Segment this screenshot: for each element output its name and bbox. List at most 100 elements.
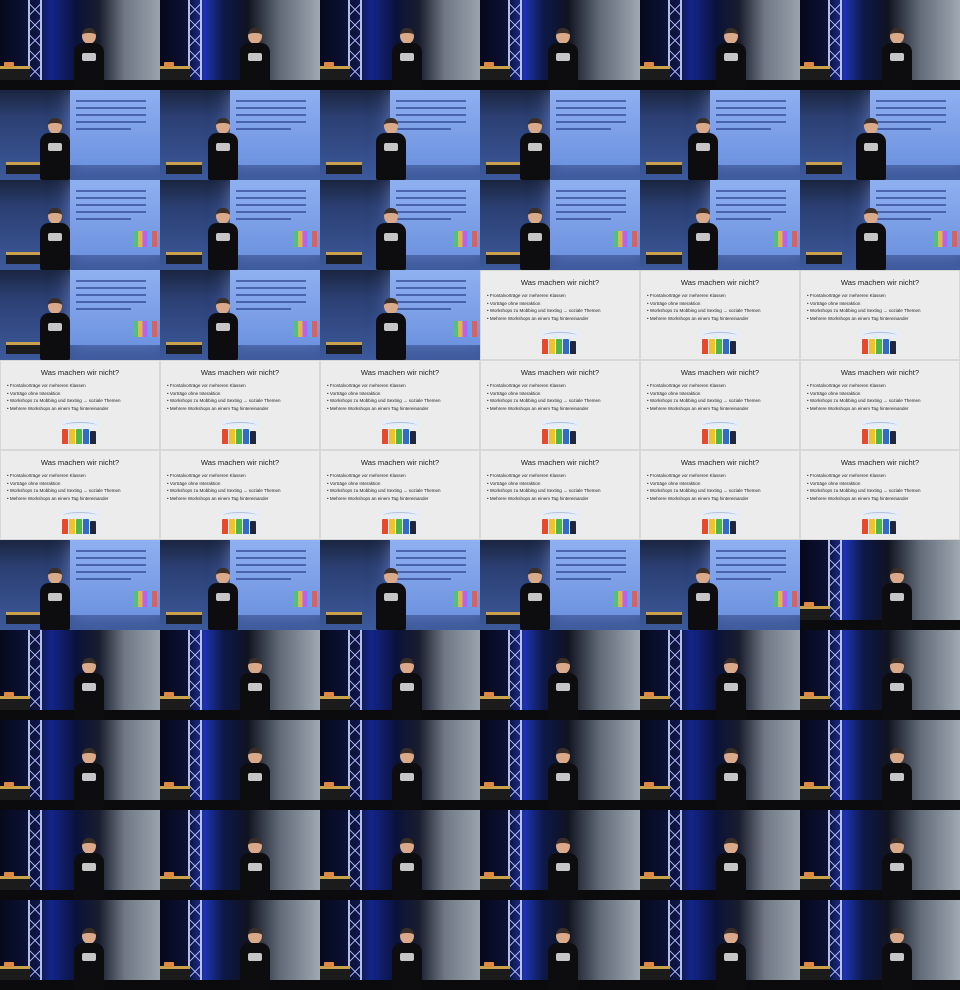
slide-bullet: Frontalvorträge vor mehreren Klassen: [487, 292, 600, 300]
stage-frame: [800, 0, 960, 90]
slide-bullet: Mehrere Workshops an einem Tag hinterein…: [807, 495, 920, 503]
slide-bullet-list: Frontalvorträge vor mehreren KlassenVort…: [167, 382, 281, 413]
projection-frame: [160, 270, 320, 360]
slide-bullet: Workshops zu Mobbing und Sexting → sozia…: [327, 397, 441, 405]
stage-frame: [480, 630, 640, 720]
speaker-figure: [714, 748, 748, 810]
highlighter-pens-image: [701, 330, 739, 354]
slide-bullet: Frontalvorträge vor mehreren Klassen: [647, 382, 760, 390]
slide-bullet: Workshops zu Mobbing und Sexting → sozia…: [487, 307, 601, 315]
slide-title: Was machen wir nicht?: [840, 368, 920, 377]
slide-frame: Was machen wir nicht? Frontalvorträge vor…: [480, 450, 640, 540]
speaker-figure: [390, 658, 424, 720]
slide-title: Was machen wir nicht?: [200, 368, 280, 377]
speaker-figure: [880, 658, 914, 720]
stage-frame: [320, 720, 480, 810]
stage-frame: [800, 720, 960, 810]
slide-frame: Was machen wir nicht? Frontalvorträge vor…: [320, 450, 480, 540]
speaker-figure: [238, 658, 272, 720]
projection-frame: [160, 540, 320, 630]
slide-bullet: Mehrere Workshops an einem Tag hinterein…: [487, 315, 600, 323]
slide-frame: Was machen wir nicht? Frontalvorträge vor…: [480, 360, 640, 450]
stage-frame: [480, 720, 640, 810]
slide-bullet: Mehrere Workshops an einem Tag hinterein…: [807, 405, 920, 413]
highlighter-pens-image: [221, 420, 259, 444]
slide-bullet-list: Frontalvorträge vor mehreren KlassenVort…: [807, 472, 921, 503]
speaker-figure: [72, 838, 106, 900]
slide-bullet: Mehrere Workshops an einem Tag hinterein…: [327, 495, 440, 503]
slide-frame: Was machen wir nicht? Frontalvorträge vor…: [640, 270, 800, 360]
highlighter-pens-image: [221, 510, 259, 534]
highlighter-pens-image: [61, 420, 99, 444]
slide-title: Was machen wir nicht?: [840, 458, 920, 467]
speaker-figure: [546, 748, 580, 810]
stage-frame: [480, 810, 640, 900]
stage-frame: [800, 630, 960, 720]
slide-bullet: Mehrere Workshops an einem Tag hinterein…: [167, 495, 280, 503]
slide-bullet-list: Frontalvorträge vor mehreren KlassenVort…: [487, 382, 601, 412]
slide-bullet: Vorträge ohne Interaktion: [647, 480, 760, 488]
speaker-figure: [72, 748, 106, 810]
speaker-figure: [72, 658, 106, 720]
speaker-figure: [686, 568, 720, 630]
slide-bullet: Workshops zu Mobbing und Sexting → sozia…: [487, 487, 601, 495]
slide-bullet: Frontalvorträge vor mehreren Klassen: [167, 382, 280, 390]
stage-frame: [160, 0, 320, 90]
slide-bullet-list: Frontalvorträge vor mehreren KlassenVort…: [487, 472, 601, 502]
stage-frame: [800, 540, 960, 630]
highlighter-pens-image: [381, 510, 419, 534]
speaker-figure: [518, 208, 552, 270]
slide-bullet: Vorträge ohne Interaktion: [807, 300, 920, 308]
speaker-figure: [390, 928, 424, 990]
projection-frame: [320, 540, 480, 630]
stage-frame: [0, 630, 160, 720]
highlighter-pens-image: [381, 420, 419, 444]
highlighter-pens-image: [861, 420, 899, 444]
stage-frame: [160, 900, 320, 990]
speaker-figure: [546, 928, 580, 990]
slide-bullet-list: Frontalvorträge vor mehreren KlassenVort…: [647, 472, 761, 502]
slide-bullet: Vorträge ohne Interaktion: [327, 390, 440, 398]
slide-frame: Was machen wir nicht? Frontalvorträge vor…: [320, 360, 480, 450]
speaker-figure: [390, 748, 424, 810]
highlighter-pens-image: [541, 330, 579, 354]
stage-frame: [160, 810, 320, 900]
slide-bullet: Workshops zu Mobbing und Sexting → sozia…: [167, 397, 281, 405]
projection-frame: [640, 180, 800, 270]
slide-bullet-list: Frontalvorträge vor mehreren KlassenVort…: [7, 472, 121, 503]
slide-bullet: Vorträge ohne Interaktion: [487, 390, 600, 398]
slide-title: Was machen wir nicht?: [40, 458, 120, 467]
slide-bullet: Workshops zu Mobbing und Sexting → sozia…: [647, 307, 761, 315]
speaker-figure: [374, 118, 408, 180]
slide-bullet: Mehrere Workshops an einem Tag hinterein…: [807, 315, 920, 323]
stage-frame: [800, 810, 960, 900]
speaker-figure: [38, 298, 72, 360]
projection-frame: [0, 180, 160, 270]
speaker-figure: [880, 928, 914, 990]
highlighter-pens-image: [61, 510, 99, 534]
slide-bullet: Frontalvorträge vor mehreren Klassen: [7, 382, 120, 390]
speaker-figure: [880, 838, 914, 900]
slide-bullet-list: Frontalvorträge vor mehreren KlassenVort…: [647, 382, 761, 412]
slide-bullet: Workshops zu Mobbing und Sexting → sozia…: [647, 487, 761, 495]
highlighter-pens-image: [861, 510, 899, 534]
stage-frame: [320, 0, 480, 90]
slide-frame: Was machen wir nicht? Frontalvorträge vor…: [0, 450, 160, 540]
video-frame-contact-sheet: Was machen wir nicht? Frontalvorträge vor…: [0, 0, 960, 990]
slide-title: Was machen wir nicht?: [360, 458, 440, 467]
slide-bullet: Workshops zu Mobbing und Sexting → sozia…: [327, 487, 441, 495]
slide-bullet: Frontalvorträge vor mehreren Klassen: [7, 472, 120, 480]
speaker-figure: [206, 568, 240, 630]
slide-bullet: Mehrere Workshops an einem Tag hinterein…: [7, 495, 120, 503]
stage-frame: [640, 0, 800, 90]
speaker-figure: [714, 838, 748, 900]
slide-bullet: Frontalvorträge vor mehreren Klassen: [327, 382, 440, 390]
slide-bullet: Frontalvorträge vor mehreren Klassen: [167, 472, 280, 480]
speaker-figure: [38, 208, 72, 270]
slide-bullet-list: Frontalvorträge vor mehreren KlassenVort…: [647, 292, 761, 322]
slide-bullet: Mehrere Workshops an einem Tag hinterein…: [167, 405, 280, 413]
speaker-figure: [546, 838, 580, 900]
slide-bullet: Vorträge ohne Interaktion: [7, 390, 120, 398]
speaker-figure: [880, 28, 914, 90]
slide-frame: Was machen wir nicht? Frontalvorträge vor…: [800, 270, 960, 360]
